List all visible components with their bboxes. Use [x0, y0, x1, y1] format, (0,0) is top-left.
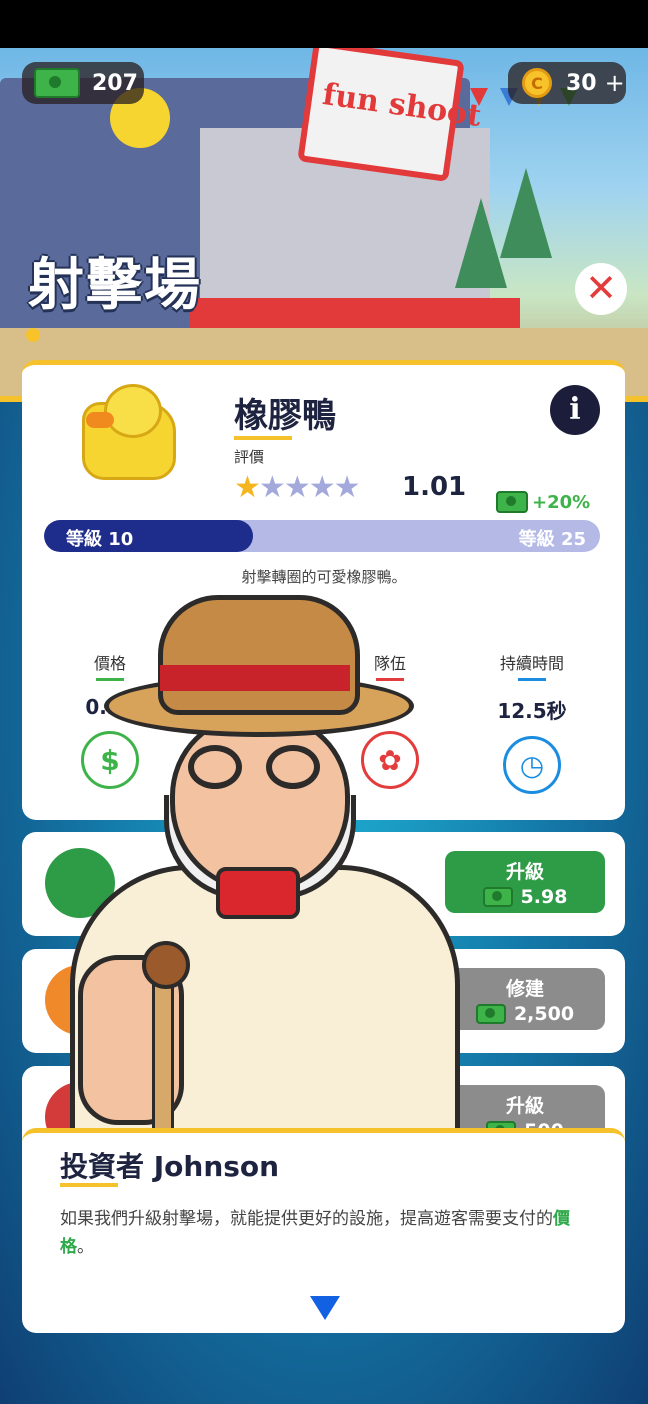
- coin-icon-glyph: C: [531, 73, 543, 93]
- status-bar: [0, 0, 648, 48]
- level-max: 等級 25: [518, 529, 586, 550]
- upgrade-cost: 5.98: [520, 886, 568, 908]
- cash-amount: 207: [92, 70, 138, 96]
- item-description: 射擊轉圈的可愛橡膠鴨。: [241, 568, 407, 586]
- page-indicator-dot: [26, 328, 40, 342]
- cash-icon: [34, 68, 80, 98]
- speaker-name: 投資者 Johnson: [60, 1150, 280, 1183]
- dialog-message: 如果我們升級射擊場，就能提供更好的設施，提高遊客需要支付的價格。: [60, 1205, 580, 1261]
- star-empty-icon: ★: [308, 470, 336, 505]
- level-current: 等級 10: [66, 529, 134, 550]
- stat-duration: 持續時間 12.5秒 ◷: [472, 650, 592, 794]
- cash-icon: [482, 887, 513, 907]
- rubber-duck-icon: [72, 384, 184, 488]
- tree: [500, 168, 552, 258]
- cash-icon: [475, 1004, 506, 1024]
- rating-stars: ★★★★★: [234, 470, 361, 505]
- cash-icon: [496, 491, 528, 513]
- close-button[interactable]: ✕: [575, 263, 627, 315]
- dialog-message-end: 。: [77, 1237, 94, 1257]
- divider: [60, 1183, 118, 1187]
- stat-label: 持續時間: [499, 654, 564, 673]
- star-empty-icon: ★: [258, 470, 286, 505]
- build-cost: 2,500: [513, 1003, 575, 1025]
- cash-counter[interactable]: 207: [22, 62, 144, 104]
- coin-counter[interactable]: C 30 +: [508, 62, 626, 104]
- venue-title: 射擊場: [28, 253, 202, 318]
- star-empty-icon: ★: [333, 470, 361, 505]
- add-coins-button[interactable]: +: [605, 69, 625, 97]
- divider: [518, 678, 546, 681]
- dialog-message-text: 如果我們升級射擊場，就能提供更好的設施，提高遊客需要支付的: [60, 1209, 553, 1229]
- cash-bonus: +20%: [496, 491, 590, 513]
- bonus-value: +20%: [532, 491, 591, 513]
- investor-character: [60, 595, 480, 1165]
- divider: [234, 436, 292, 440]
- continue-arrow-icon[interactable]: [310, 1296, 340, 1320]
- star-filled-icon: ★: [234, 470, 261, 505]
- item-name: 橡膠鴨: [234, 396, 336, 436]
- stat-value: 12.5秒: [497, 699, 567, 723]
- coin-icon: C: [522, 68, 552, 98]
- star-empty-icon: ★: [283, 470, 311, 505]
- rating-value: 1.01: [402, 472, 467, 502]
- rating-label: 評價: [234, 448, 265, 466]
- clock-icon: ◷: [503, 736, 561, 794]
- coin-amount: 30: [566, 70, 597, 96]
- info-button[interactable]: i: [550, 385, 600, 435]
